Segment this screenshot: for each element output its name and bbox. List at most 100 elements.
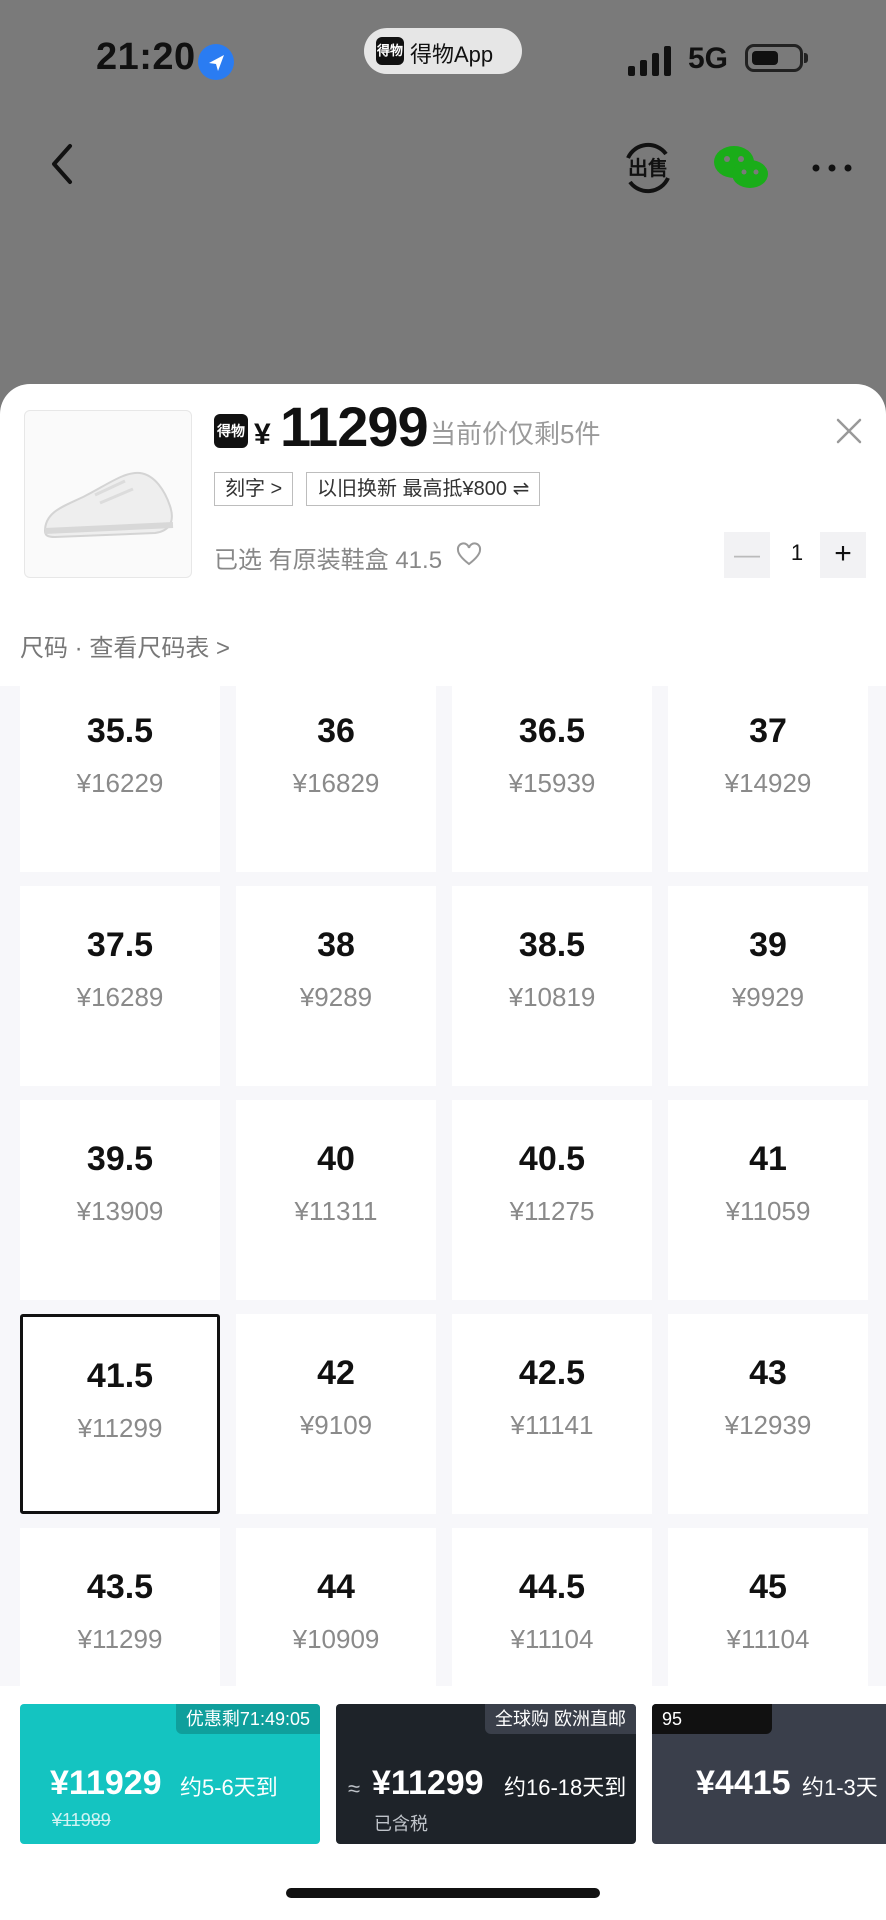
status-time: 21:20 bbox=[96, 36, 196, 78]
chevron-left-icon[interactable] bbox=[40, 140, 88, 188]
size-price: ¥11104 bbox=[726, 1624, 810, 1654]
location-icon bbox=[198, 44, 234, 80]
size-chart-link[interactable]: 尺码 · 查看尺码表 > bbox=[20, 628, 230, 663]
battery-icon bbox=[745, 44, 803, 72]
offer-price: ¥11929 bbox=[50, 1764, 162, 1802]
size-price: ¥10909 bbox=[292, 1624, 380, 1654]
offer-approx: ≈ bbox=[348, 1776, 361, 1801]
offer-badge: 全球购 欧洲直邮 bbox=[484, 1704, 636, 1734]
decrease-button[interactable]: — bbox=[724, 532, 770, 578]
size-label: 41.5 bbox=[86, 1357, 154, 1395]
price-currency: ¥ bbox=[254, 418, 271, 451]
size-option[interactable]: 41 ¥11059 bbox=[668, 1100, 868, 1300]
offer-fast[interactable]: 95 ¥4415 约1-3天 bbox=[652, 1704, 886, 1844]
size-label: 36 bbox=[317, 712, 355, 750]
size-label: 44.5 bbox=[518, 1568, 586, 1606]
size-label: 40.5 bbox=[518, 1140, 586, 1178]
size-label: 38 bbox=[317, 926, 355, 964]
size-price: ¥11059 bbox=[725, 1196, 811, 1226]
size-grid: 35.5 ¥16229 36 ¥16829 36.5 ¥15939 37 ¥14929 37.5… bbox=[0, 686, 886, 1686]
size-option[interactable]: 43 ¥12939 bbox=[668, 1314, 868, 1514]
size-label: 42 bbox=[317, 1354, 355, 1392]
selected-summary: 已选 有原装鞋盒 41.5 bbox=[214, 547, 443, 574]
size-option[interactable]: 40 ¥11311 bbox=[236, 1100, 436, 1300]
offer-badge: 优惠剩71:49:05 bbox=[175, 1704, 320, 1734]
offer-eta: 约16-18天到 bbox=[504, 1775, 627, 1800]
size-option[interactable]: 39 ¥9929 bbox=[668, 886, 868, 1086]
size-price: ¥11104 bbox=[510, 1624, 594, 1654]
size-price: ¥9289 bbox=[299, 982, 373, 1012]
svg-text:出售: 出售 bbox=[628, 156, 668, 180]
size-price: ¥11311 bbox=[294, 1196, 378, 1226]
signal-icon bbox=[628, 46, 671, 76]
size-option[interactable]: 37.5 ¥16289 bbox=[20, 886, 220, 1086]
sell-icon[interactable]: 出售 bbox=[620, 140, 676, 196]
size-label: 38.5 bbox=[518, 926, 586, 964]
size-option[interactable]: 36.5 ¥15939 bbox=[452, 686, 652, 872]
app-logo-icon: 得物 bbox=[376, 37, 404, 65]
size-selection-sheet: 得物 ¥ 11299 当前价仅剩5件 刻字 > 以旧换新 最高抵¥800 ⇌ 已… bbox=[0, 384, 886, 1920]
trade-in-tag[interactable]: 以旧换新 最高抵¥800 ⇌ bbox=[306, 472, 541, 506]
size-option[interactable]: 42.5 ¥11141 bbox=[452, 1314, 652, 1514]
status-bar: 21:20 得物 得物App 5G bbox=[0, 0, 886, 120]
size-option[interactable]: 40.5 ¥11275 bbox=[452, 1100, 652, 1300]
size-label: 45 bbox=[749, 1568, 787, 1606]
increase-button[interactable]: + bbox=[820, 532, 866, 578]
app-pill[interactable]: 得物 得物App bbox=[364, 28, 522, 74]
size-price: ¥11275 bbox=[509, 1196, 595, 1226]
size-price: ¥16289 bbox=[76, 982, 164, 1012]
size-label: 43 bbox=[749, 1354, 787, 1392]
size-price: ¥12939 bbox=[724, 1410, 812, 1440]
size-option[interactable]: 39.5 ¥13909 bbox=[20, 1100, 220, 1300]
size-label: 39.5 bbox=[86, 1140, 154, 1178]
size-option[interactable]: 41.5 ¥11299 bbox=[20, 1314, 220, 1514]
home-indicator bbox=[286, 1888, 600, 1898]
size-price: ¥9929 bbox=[731, 982, 805, 1012]
size-price: ¥15939 bbox=[508, 768, 596, 798]
purchase-options: 优惠剩71:49:05 ¥11929 约5-6天到 ¥11989 全球购 欧洲直… bbox=[0, 1686, 886, 1920]
size-option[interactable]: 38 ¥9289 bbox=[236, 886, 436, 1086]
size-option[interactable]: 36 ¥16829 bbox=[236, 686, 436, 872]
size-price: ¥11299 bbox=[77, 1624, 163, 1654]
quantity-stepper: — 1 + bbox=[724, 532, 866, 578]
size-label: 37.5 bbox=[86, 926, 154, 964]
size-label: 44 bbox=[317, 1568, 355, 1606]
offer-price: ¥4415 bbox=[696, 1764, 791, 1802]
close-icon[interactable] bbox=[834, 416, 864, 446]
engrave-tag[interactable]: 刻字 > bbox=[214, 472, 294, 506]
size-price: ¥11141 bbox=[510, 1410, 594, 1440]
heart-icon[interactable] bbox=[456, 542, 482, 568]
size-price: ¥9109 bbox=[299, 1410, 373, 1440]
size-option[interactable]: 35.5 ¥16229 bbox=[20, 686, 220, 872]
size-label: 39 bbox=[749, 926, 787, 964]
size-option[interactable]: 42 ¥9109 bbox=[236, 1314, 436, 1514]
size-label: 40 bbox=[317, 1140, 355, 1178]
size-price: ¥13909 bbox=[76, 1196, 164, 1226]
network-type: 5G bbox=[688, 42, 729, 75]
offer-global[interactable]: 全球购 欧洲直邮 ≈ ¥11299 约16-18天到 已含税 bbox=[336, 1704, 636, 1844]
size-price: ¥16229 bbox=[76, 768, 164, 798]
app-pill-label: 得物App bbox=[410, 42, 494, 67]
offer-tax-note: 已含税 bbox=[374, 1814, 428, 1834]
size-option[interactable]: 37 ¥14929 bbox=[668, 686, 868, 872]
offer-original-price: ¥11989 bbox=[52, 1810, 111, 1830]
quantity-value: 1 bbox=[790, 540, 804, 565]
size-price: ¥16829 bbox=[292, 768, 380, 798]
offer-eta: 约1-3天 bbox=[802, 1775, 878, 1800]
stock-note: 当前价仅剩5件 bbox=[430, 419, 601, 449]
size-option[interactable]: 45 ¥11104 bbox=[668, 1528, 868, 1686]
size-option[interactable]: 44 ¥10909 bbox=[236, 1528, 436, 1686]
size-option[interactable]: 44.5 ¥11104 bbox=[452, 1528, 652, 1686]
product-thumbnail bbox=[24, 410, 192, 578]
size-label: 41 bbox=[749, 1140, 787, 1178]
wechat-icon[interactable] bbox=[712, 142, 770, 194]
size-label: 42.5 bbox=[518, 1354, 586, 1392]
size-label: 36.5 bbox=[518, 712, 586, 750]
offer-price: ¥11299 bbox=[372, 1764, 484, 1802]
offer-discount[interactable]: 优惠剩71:49:05 ¥11929 约5-6天到 ¥11989 bbox=[20, 1704, 320, 1844]
offer-badge: 95 bbox=[652, 1704, 772, 1734]
size-label: 43.5 bbox=[86, 1568, 154, 1606]
size-option[interactable]: 38.5 ¥10819 bbox=[452, 886, 652, 1086]
more-icon[interactable] bbox=[808, 148, 856, 188]
size-option[interactable]: 43.5 ¥11299 bbox=[20, 1528, 220, 1686]
